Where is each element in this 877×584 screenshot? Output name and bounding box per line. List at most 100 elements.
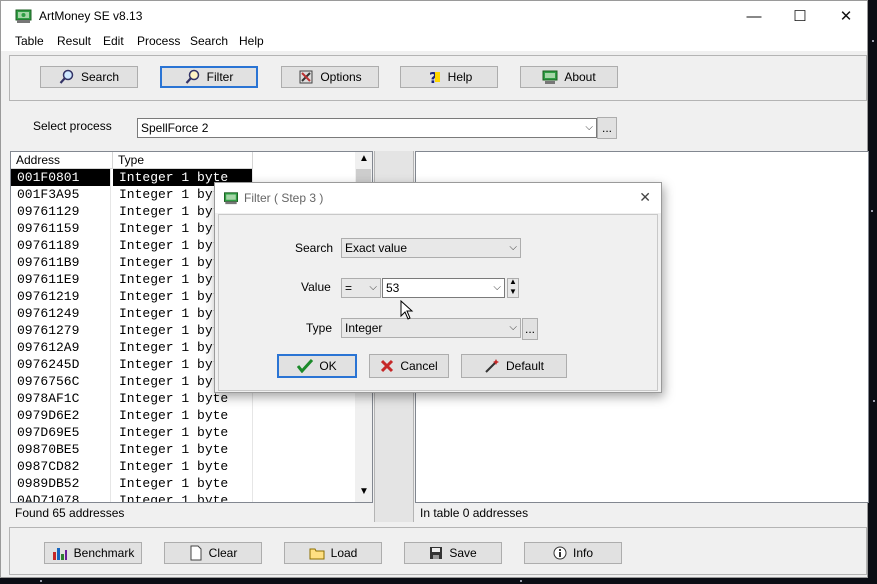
found-status: Found 65 addresses: [15, 506, 125, 520]
menu-table[interactable]: Table: [15, 34, 44, 48]
type-cell: Integer 1 byte: [113, 441, 253, 458]
address-cell: 0978AF1C: [11, 390, 111, 407]
help-button[interactable]: ? Help: [400, 66, 498, 88]
minimize-button[interactable]: —: [731, 1, 777, 31]
window-title: ArtMoney SE v8.13: [39, 9, 143, 23]
background-star: [40, 580, 42, 582]
chevron-down-icon: ⌵: [509, 322, 517, 333]
save-button[interactable]: Save: [404, 542, 502, 564]
search-mode-select[interactable]: Exact value ⌵: [341, 238, 521, 258]
table-status: In table 0 addresses: [420, 506, 529, 520]
address-cell: 09870BE5: [11, 441, 111, 458]
cancel-button[interactable]: Cancel: [369, 354, 449, 378]
table-row[interactable]: 097D69E5 Integer 1 byte: [11, 424, 356, 441]
about-button[interactable]: About: [520, 66, 618, 88]
address-cell: 0AD71078: [11, 492, 111, 502]
table-row[interactable]: 0AD71078 Integer 1 byte: [11, 492, 356, 502]
value-input-text: 53: [386, 281, 400, 295]
load-button[interactable]: Load: [284, 542, 382, 564]
value-spinner[interactable]: ▲ ▼: [507, 277, 519, 298]
type-label: Type: [306, 321, 333, 335]
clear-button-label: Clear: [208, 546, 238, 560]
process-browse-button[interactable]: ...: [597, 117, 617, 139]
search-button[interactable]: Search: [40, 66, 138, 88]
filter-button[interactable]: Filter: [160, 66, 258, 88]
menu-result[interactable]: Result: [57, 34, 91, 48]
type-select[interactable]: Integer ⌵: [341, 318, 521, 338]
chevron-down-icon: ⌵: [369, 282, 377, 293]
magic-wand-icon: [485, 359, 499, 373]
floppy-disk-icon: [430, 547, 443, 559]
background-star: [873, 400, 875, 402]
default-button[interactable]: Default: [461, 354, 567, 378]
blank-page-icon: [190, 545, 202, 561]
about-computer-icon: [542, 70, 558, 84]
address-cell: 001F0801: [11, 169, 111, 186]
info-button[interactable]: Info: [524, 542, 622, 564]
type-cell: Integer 1 byte: [113, 492, 253, 502]
address-cell: 001F3A95: [11, 186, 111, 203]
address-cell: 09761129: [11, 203, 111, 220]
load-button-label: Load: [330, 546, 358, 560]
column-header-address[interactable]: Address: [11, 152, 113, 169]
address-cell: 097611B9: [11, 254, 111, 271]
spin-down-icon[interactable]: ▼: [509, 287, 517, 296]
toolbar: Search Filter Options ? Help About: [9, 55, 867, 101]
minimize-icon: —: [746, 7, 762, 25]
address-cell: 09761249: [11, 305, 111, 322]
maximize-icon: ☐: [793, 8, 807, 25]
operator-select[interactable]: = ⌵: [341, 278, 381, 298]
address-cell: 09761279: [11, 322, 111, 339]
address-cell: 0979D6E2: [11, 407, 111, 424]
artmoney-app-icon: [15, 9, 32, 23]
benchmark-button-label: Benchmark: [73, 546, 135, 560]
type-cell: Integer 1 byte: [113, 407, 253, 424]
address-cell: 0989DB52: [11, 475, 111, 492]
process-select[interactable]: SpellForce 2 ⌵: [137, 118, 597, 138]
process-select-value: SpellForce 2: [141, 121, 209, 135]
close-icon: ✕: [839, 8, 853, 25]
type-cell: Integer 1 byte: [113, 458, 253, 475]
dialog-close-icon[interactable]: ✕: [639, 189, 651, 206]
table-row[interactable]: 0987CD82 Integer 1 byte: [11, 458, 356, 475]
filter-dialog-title: Filter ( Step 3 ): [244, 191, 324, 205]
about-button-label: About: [564, 70, 596, 84]
type-browse-button[interactable]: ...: [522, 318, 538, 340]
menu-help[interactable]: Help: [239, 34, 264, 48]
address-cell: 09761189: [11, 237, 111, 254]
red-x-icon: [381, 359, 394, 373]
select-process-label: Select process: [33, 119, 112, 133]
address-cell: 0976756C: [11, 373, 111, 390]
open-folder-icon: [309, 548, 325, 560]
default-button-label: Default: [505, 359, 545, 373]
menu-edit[interactable]: Edit: [103, 34, 124, 48]
filter-dialog-title-bar: Filter ( Step 3 ) ✕: [215, 183, 661, 213]
table-row[interactable]: 0979D6E2 Integer 1 byte: [11, 407, 356, 424]
spin-up-icon[interactable]: ▲: [509, 277, 517, 286]
type-cell: Integer 1 byte: [113, 424, 253, 441]
chevron-down-icon: ⌵: [509, 242, 517, 253]
table-row[interactable]: 09870BE5 Integer 1 byte: [11, 441, 356, 458]
question-mark-icon: ?: [429, 69, 440, 85]
scroll-up-icon[interactable]: ▲: [359, 153, 369, 164]
type-cell: Integer 1 byte: [113, 475, 253, 492]
value-input[interactable]: 53 ⌵: [382, 278, 505, 298]
scroll-down-icon[interactable]: ▼: [359, 486, 369, 497]
info-icon: [553, 546, 567, 560]
address-cell: 097612A9: [11, 339, 111, 356]
maximize-button[interactable]: ☐: [777, 1, 823, 31]
address-cell: 097D69E5: [11, 424, 111, 441]
ok-button[interactable]: OK: [277, 354, 357, 378]
benchmark-button[interactable]: Benchmark: [44, 542, 142, 564]
close-button[interactable]: ✕: [823, 1, 869, 31]
filter-dialog: Filter ( Step 3 ) ✕ Search Exact value ⌵…: [214, 182, 662, 393]
table-row[interactable]: 0989DB52 Integer 1 byte: [11, 475, 356, 492]
menu-process[interactable]: Process: [137, 34, 180, 48]
clear-button[interactable]: Clear: [164, 542, 262, 564]
column-header-type[interactable]: Type: [113, 152, 253, 169]
chevron-down-icon: ⌵: [585, 122, 593, 133]
options-button[interactable]: Options: [281, 66, 379, 88]
type-select-value: Integer: [345, 321, 383, 335]
address-cell: 0976245D: [11, 356, 111, 373]
menu-search[interactable]: Search: [190, 34, 228, 48]
